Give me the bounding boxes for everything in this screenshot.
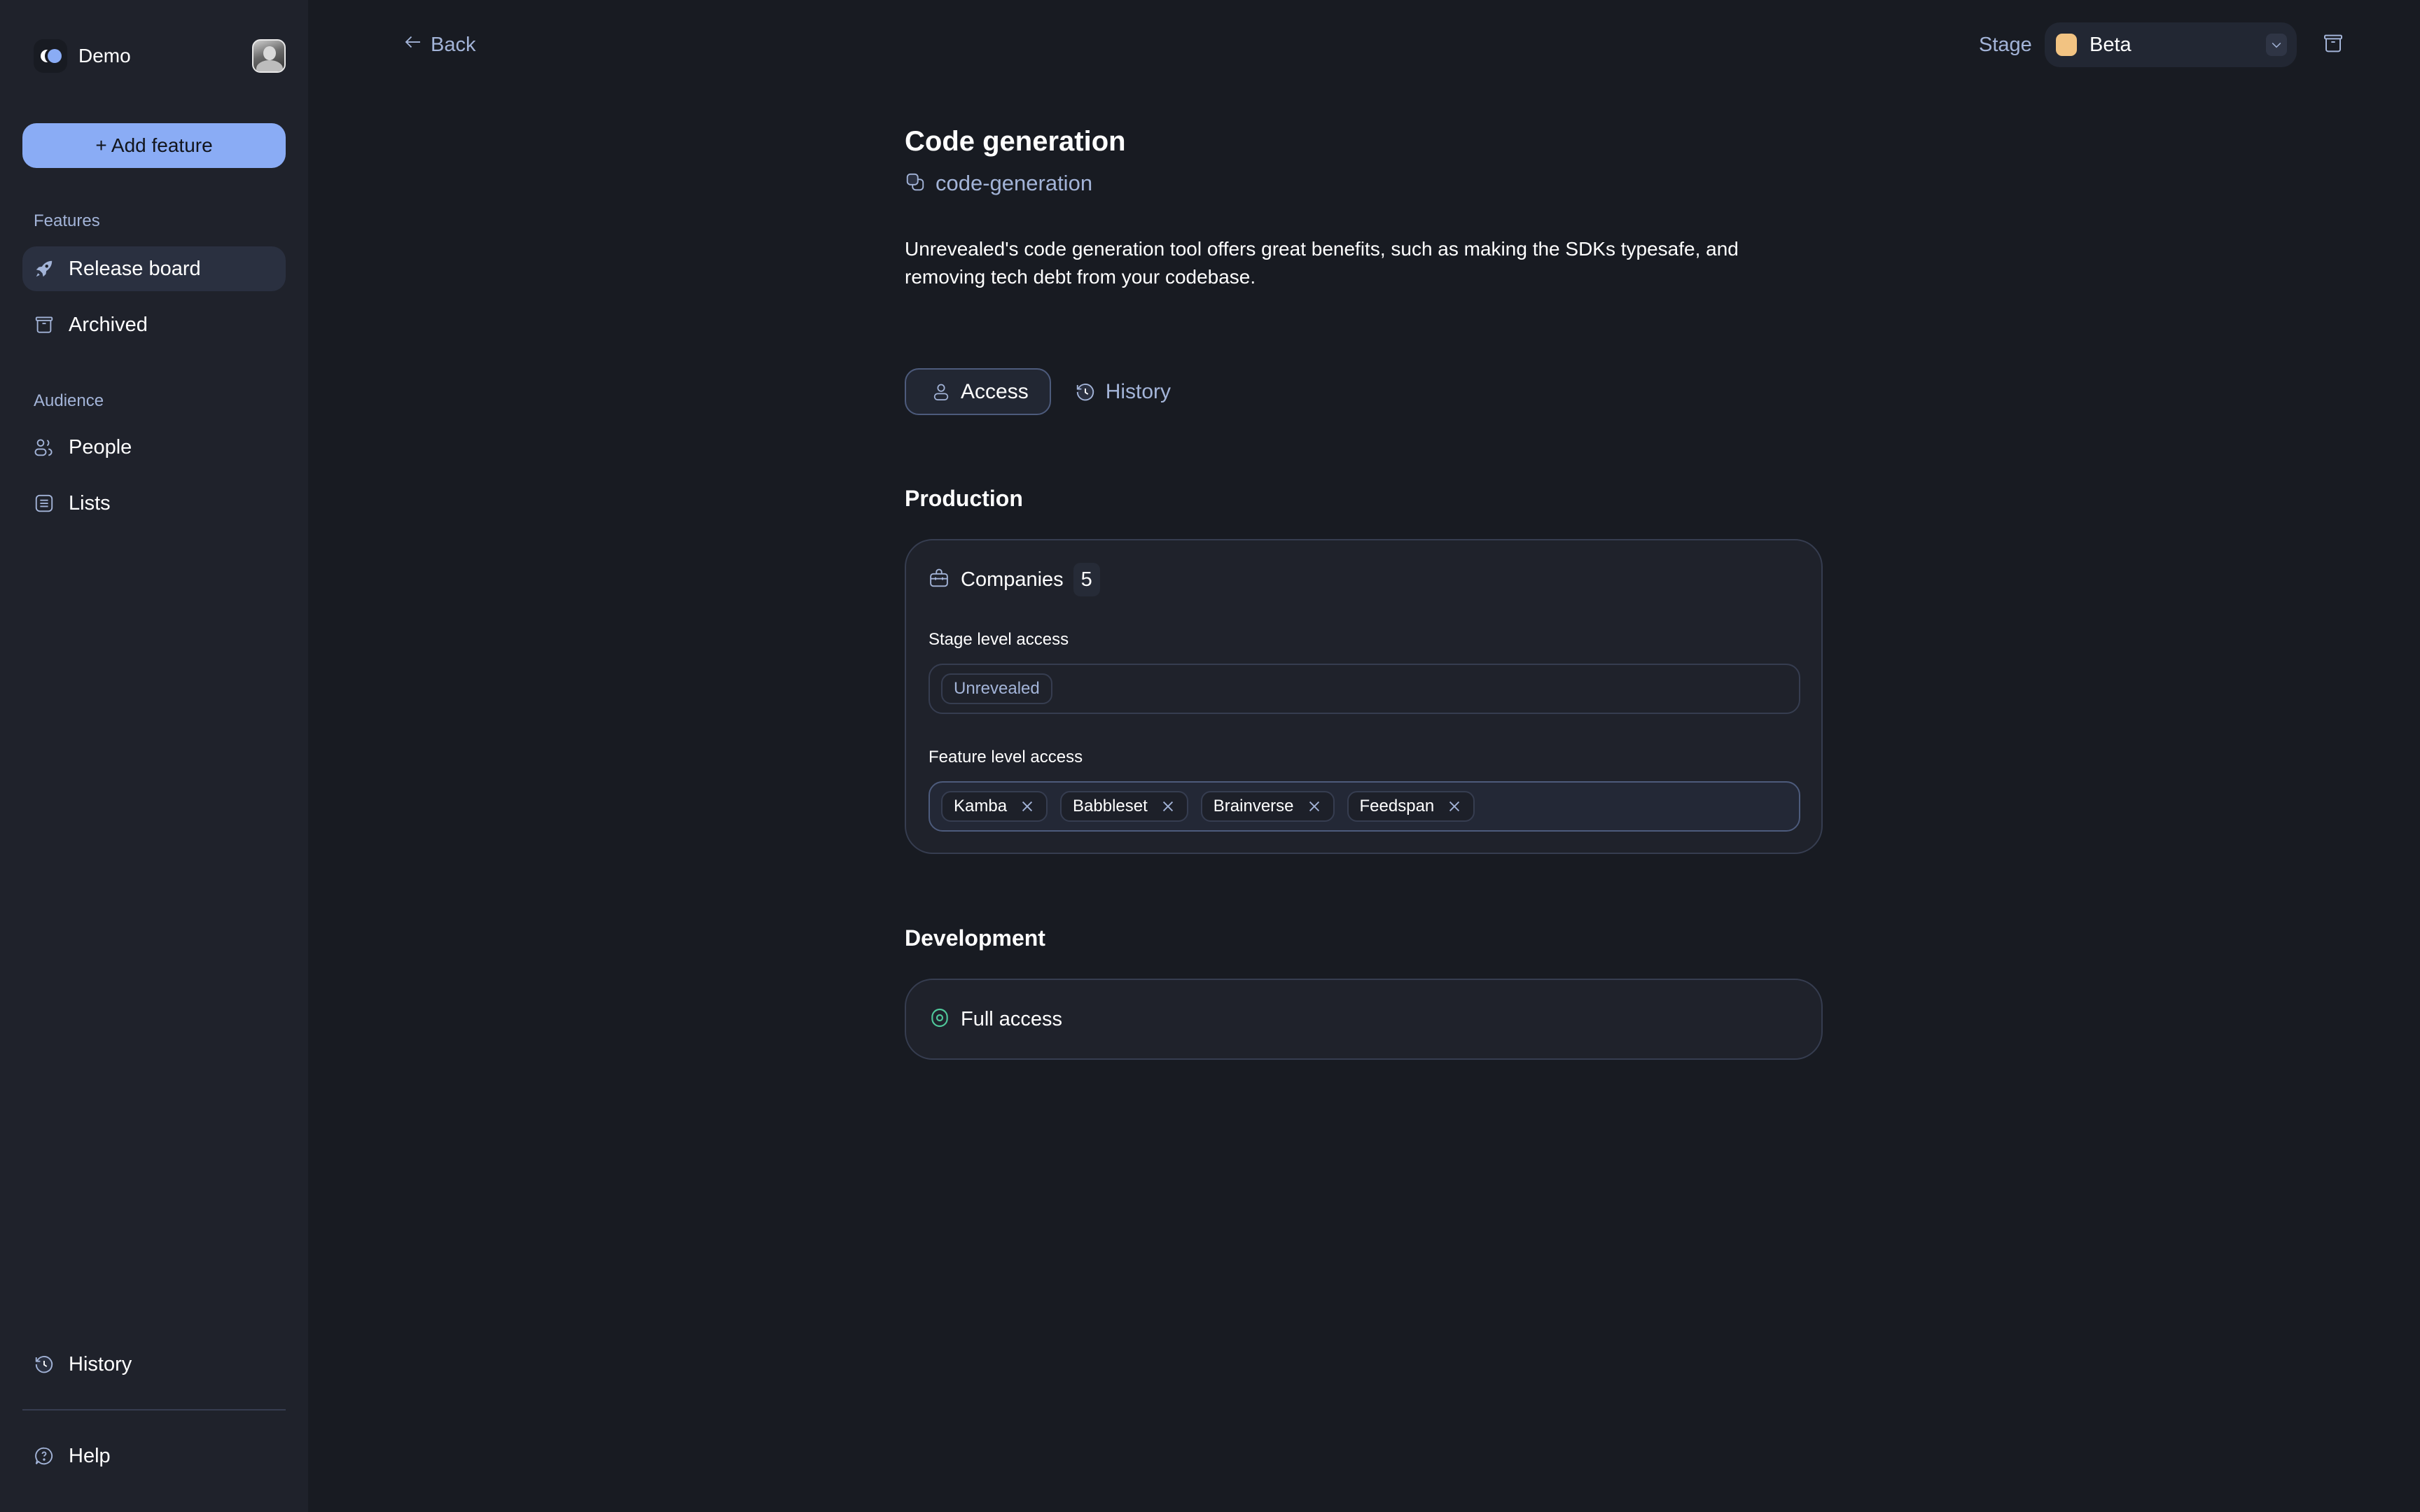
tab-history[interactable]: History (1051, 368, 1193, 415)
tag-label: Babbleset (1073, 797, 1148, 816)
tag-label: Brainverse (1213, 797, 1294, 816)
archive-icon (2322, 32, 2344, 58)
production-card: Companies 5 Stage level access Unreveale… (905, 539, 1823, 854)
people-icon (34, 437, 55, 458)
sidebar-item-label: Lists (69, 491, 111, 514)
sidebar-item-label: People (69, 435, 132, 458)
workspace-logo-icon (34, 39, 67, 73)
sidebar-item-label: Help (69, 1444, 111, 1467)
sidebar-section-features: Features (34, 211, 100, 230)
development-heading: Development (905, 925, 1045, 951)
sidebar-divider (22, 1409, 286, 1410)
feature-level-access-field[interactable]: Kamba Babbleset Brainverse Feedspan (929, 781, 1800, 832)
sidebar-item-people[interactable]: People (22, 425, 286, 470)
add-feature-button[interactable]: + Add feature (22, 123, 286, 168)
sidebar-item-archived[interactable]: Archived (22, 302, 286, 347)
stage-level-access-field[interactable]: Unrevealed (929, 664, 1800, 714)
sidebar-item-help[interactable]: Help (22, 1434, 286, 1478)
sidebar-item-history[interactable]: History (22, 1342, 286, 1387)
help-icon (34, 1446, 55, 1466)
development-card: Full access (905, 979, 1823, 1060)
stage-level-access-label: Stage level access (929, 630, 1069, 649)
stage-value: Beta (2089, 33, 2132, 56)
sidebar-item-release-board[interactable]: Release board (22, 246, 286, 291)
stage-select[interactable]: Beta (2045, 22, 2297, 67)
feature-tabs: Access History (905, 368, 1193, 415)
user-avatar[interactable] (252, 39, 286, 73)
feature-slug-text: code-generation (936, 171, 1093, 195)
remove-tag-icon[interactable] (1307, 799, 1322, 814)
tag-brainverse: Brainverse (1200, 791, 1335, 822)
feature-level-access-label: Feature level access (929, 748, 1083, 766)
copy-icon[interactable] (905, 172, 926, 196)
tag-label: Feedspan (1359, 797, 1435, 816)
sidebar: Demo + Add feature Features Release boar… (0, 0, 308, 1512)
chevron-down-icon[interactable] (2266, 34, 2287, 56)
stage-label: Stage (1979, 34, 2032, 56)
back-label: Back (431, 33, 476, 56)
tag-feedspan: Feedspan (1347, 791, 1475, 822)
tag-kamba: Kamba (941, 791, 1048, 822)
remove-tag-icon[interactable] (1447, 799, 1462, 814)
workspace-switcher[interactable]: Demo (34, 39, 131, 73)
feature-title: Code generation (905, 126, 1126, 157)
feature-description: Unrevealed's code generation tool offers… (905, 238, 1739, 288)
sidebar-item-lists[interactable]: Lists (22, 481, 286, 526)
companies-header: Companies 5 (929, 563, 1100, 596)
companies-label: Companies (961, 568, 1064, 591)
tab-label: History (1105, 379, 1171, 403)
workspace-name: Demo (78, 45, 131, 66)
history-icon (1075, 382, 1096, 402)
list-icon (34, 493, 55, 514)
sidebar-section-audience: Audience (34, 391, 104, 410)
full-access-label: Full access (961, 1007, 1063, 1030)
tag-label: Kamba (954, 797, 1008, 816)
feature-slug[interactable]: code-generation (905, 171, 1092, 196)
companies-count-badge: 5 (1073, 563, 1100, 596)
stage-color-swatch (2056, 34, 2077, 56)
tag-babbleset: Babbleset (1060, 791, 1188, 822)
back-button[interactable]: Back (403, 31, 475, 59)
arrow-left-icon (403, 31, 424, 58)
user-icon (931, 382, 951, 402)
remove-tag-icon[interactable] (1160, 799, 1176, 814)
archive-feature-button[interactable] (2319, 31, 2347, 59)
sidebar-item-label: History (69, 1352, 132, 1376)
archive-icon (34, 314, 55, 335)
tag-unrevealed: Unrevealed (941, 673, 1052, 704)
remove-tag-icon[interactable] (1020, 799, 1035, 814)
history-icon (34, 1354, 55, 1375)
rocket-icon (34, 258, 55, 279)
sidebar-item-label: Archived (69, 313, 148, 336)
sidebar-item-label: Release board (69, 257, 201, 280)
tab-access[interactable]: Access (905, 368, 1051, 415)
tab-label: Access (961, 379, 1029, 403)
full-access-icon (929, 1007, 951, 1032)
production-heading: Production (905, 486, 1023, 511)
briefcase-icon (929, 568, 950, 592)
